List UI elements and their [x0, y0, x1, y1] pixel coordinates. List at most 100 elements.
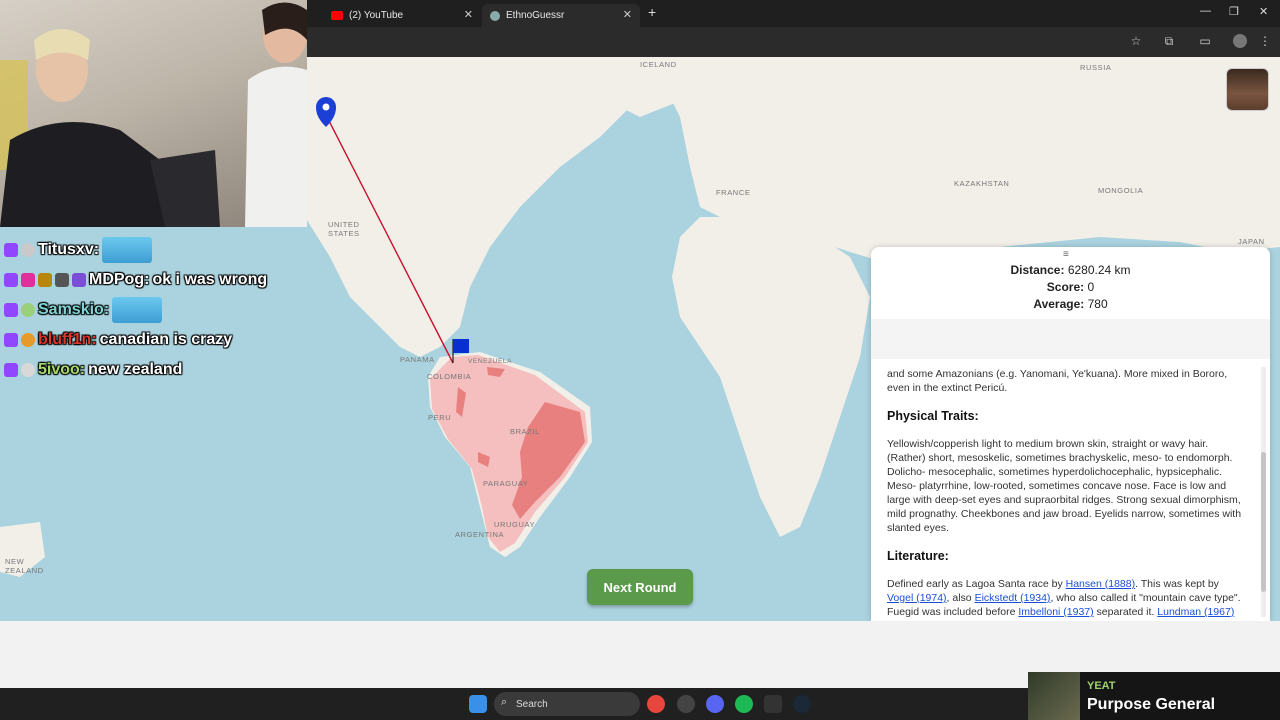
browser-tab-bar: (2) YouTube ✕ EthnoGuessr ✕ + — ❐ ✕: [307, 0, 1280, 27]
panel-divider-band: [871, 319, 1270, 359]
literature-paragraph: Defined early as Lagoa Santa race by Han…: [887, 577, 1244, 619]
distance-label: Distance:: [1010, 263, 1065, 277]
chat-message: 5ivoo: new zealand: [4, 355, 304, 385]
spotify-icon[interactable]: [735, 695, 753, 713]
wing-badge-icon: [38, 273, 52, 287]
youtube-icon: [331, 11, 343, 20]
chrome-icon[interactable]: [647, 695, 665, 713]
new-tab-button[interactable]: +: [648, 4, 656, 20]
discord-icon[interactable]: [706, 695, 724, 713]
physical-traits-paragraph: Yellowish/copperish light to medium brow…: [887, 438, 1242, 534]
map-label: PANAMA: [400, 355, 435, 364]
twitch-badge-icon: [4, 303, 18, 317]
taskbar-search[interactable]: ⌕ Search: [494, 692, 640, 716]
globe-icon: [490, 10, 500, 21]
menu-dots-icon[interactable]: ⋮: [1257, 33, 1273, 49]
chat-overlay: Titusxv: MDPog: ok i was wrong Samskio: …: [4, 235, 304, 385]
north-america-land: [300, 57, 640, 357]
gift-badge-icon: [55, 273, 69, 287]
twitch-badge-icon: [4, 333, 18, 347]
app-icon[interactable]: [677, 695, 695, 713]
emote-icon: [112, 297, 163, 323]
reference-link[interactable]: Imbelloni (1937): [1018, 606, 1093, 618]
extensions-icon[interactable]: ⧉: [1161, 33, 1177, 49]
tab-youtube[interactable]: (2) YouTube ✕: [323, 4, 481, 27]
game-launcher-icon[interactable]: [764, 695, 782, 713]
windows-start-icon[interactable]: [469, 695, 487, 713]
twitch-badge-icon: [4, 273, 18, 287]
map-label: COLOMBIA: [427, 372, 472, 381]
star-icon[interactable]: ☆: [1128, 33, 1144, 49]
chat-username: 5ivoo:: [38, 361, 86, 378]
sub-badge-icon: [21, 243, 35, 257]
reference-link[interactable]: Vogel (1974): [887, 592, 947, 604]
reference-link[interactable]: Hansen (1888): [1066, 578, 1135, 590]
intro-paragraph: and some Amazonians (e.g. Yanomani, Ye'k…: [887, 368, 1228, 394]
close-tab-icon[interactable]: ✕: [464, 8, 473, 21]
score-value: 0: [1087, 280, 1095, 294]
reference-photo-thumbnail[interactable]: [1226, 68, 1269, 111]
emote-icon: [102, 237, 153, 263]
map-label: KAZAKHSTAN: [954, 179, 1010, 188]
chat-text: new zealand: [88, 361, 183, 378]
steam-icon[interactable]: [793, 695, 811, 713]
literature-text: , also: [946, 592, 975, 604]
map-label: FRANCE: [716, 188, 751, 197]
close-window-icon[interactable]: ✕: [1259, 5, 1268, 18]
search-icon: ⌕: [501, 696, 508, 708]
map-label: MONGOLIA: [1098, 186, 1144, 195]
cast-icon[interactable]: ▭: [1197, 33, 1213, 49]
map-label: URUGUAY: [494, 520, 536, 529]
minimize-icon[interactable]: —: [1200, 5, 1211, 17]
next-round-button[interactable]: Next Round: [587, 569, 693, 605]
physical-traits-heading: Physical Traits:: [887, 409, 979, 423]
profile-avatar-icon[interactable]: [1233, 34, 1247, 48]
twitch-badge-icon: [4, 363, 18, 377]
prime-badge-icon: [72, 273, 86, 287]
tab-label: EthnoGuessr: [506, 10, 565, 21]
now-playing-artist: YEAT: [1087, 680, 1116, 692]
map-label: PERU: [428, 413, 452, 422]
score-stat: Score: 0: [871, 280, 1270, 294]
map-label: VENEZUELA: [468, 358, 513, 365]
chat-username: Titusxv:: [38, 241, 100, 258]
map-label: NEW ZEALAND: [5, 557, 44, 575]
chat-text: ok i was wrong: [152, 271, 268, 288]
map-label: BRAZIL: [510, 427, 540, 436]
guess-marker-dot: [322, 103, 330, 111]
map-label: UNITED STATES: [328, 220, 360, 238]
chat-message: Samskio:: [4, 295, 304, 325]
album-art: [1028, 672, 1080, 720]
chat-username: bluff1n:: [38, 331, 97, 348]
browser-toolbar: ☆ ⧉ ▭ ⋮: [307, 27, 1280, 57]
chat-message: MDPog: ok i was wrong: [4, 265, 304, 295]
literature-heading: Literature:: [887, 549, 949, 563]
close-tab-icon[interactable]: ✕: [623, 8, 632, 21]
description-scroll-area[interactable]: and some Amazonians (e.g. Yanomani, Ye'k…: [871, 359, 1270, 621]
results-panel: ≡ Distance: 6280.24 km Score: 0 Average:…: [871, 247, 1270, 621]
distance-value: 6280.24 km: [1067, 263, 1131, 277]
answer-flag: [453, 339, 469, 353]
sub-badge-icon: [21, 303, 35, 317]
chat-username: Samskio:: [38, 301, 110, 318]
map-label: RUSSIA: [1080, 63, 1112, 72]
average-value: 780: [1087, 297, 1108, 311]
reference-link[interactable]: Eickstedt (1934): [975, 592, 1051, 604]
reference-link[interactable]: Lundman (1967): [1157, 606, 1234, 618]
map-label: JAPAN: [1238, 237, 1265, 246]
map-label: PARAGUAY: [483, 479, 529, 488]
screen: (2) YouTube ✕ EthnoGuessr ✕ + — ❐ ✕ ☆ ⧉ …: [0, 0, 1280, 720]
tab-ethnoguessr[interactable]: EthnoGuessr ✕: [482, 4, 640, 27]
average-stat: Average: 780: [871, 297, 1270, 311]
chat-text: canadian is crazy: [99, 331, 233, 348]
chat-username: MDPog:: [89, 271, 150, 288]
sub-badge-icon: [21, 333, 35, 347]
twitch-badge-icon: [4, 243, 18, 257]
drag-handle-icon[interactable]: ≡: [1063, 249, 1069, 260]
search-placeholder: Search: [516, 698, 548, 710]
now-playing-title: Purpose General: [1087, 696, 1216, 713]
restore-icon[interactable]: ❐: [1229, 5, 1239, 18]
webcam-overlay: [0, 0, 307, 227]
literature-text: separated it.: [1093, 606, 1158, 618]
scrollbar-thumb[interactable]: [1261, 452, 1266, 592]
